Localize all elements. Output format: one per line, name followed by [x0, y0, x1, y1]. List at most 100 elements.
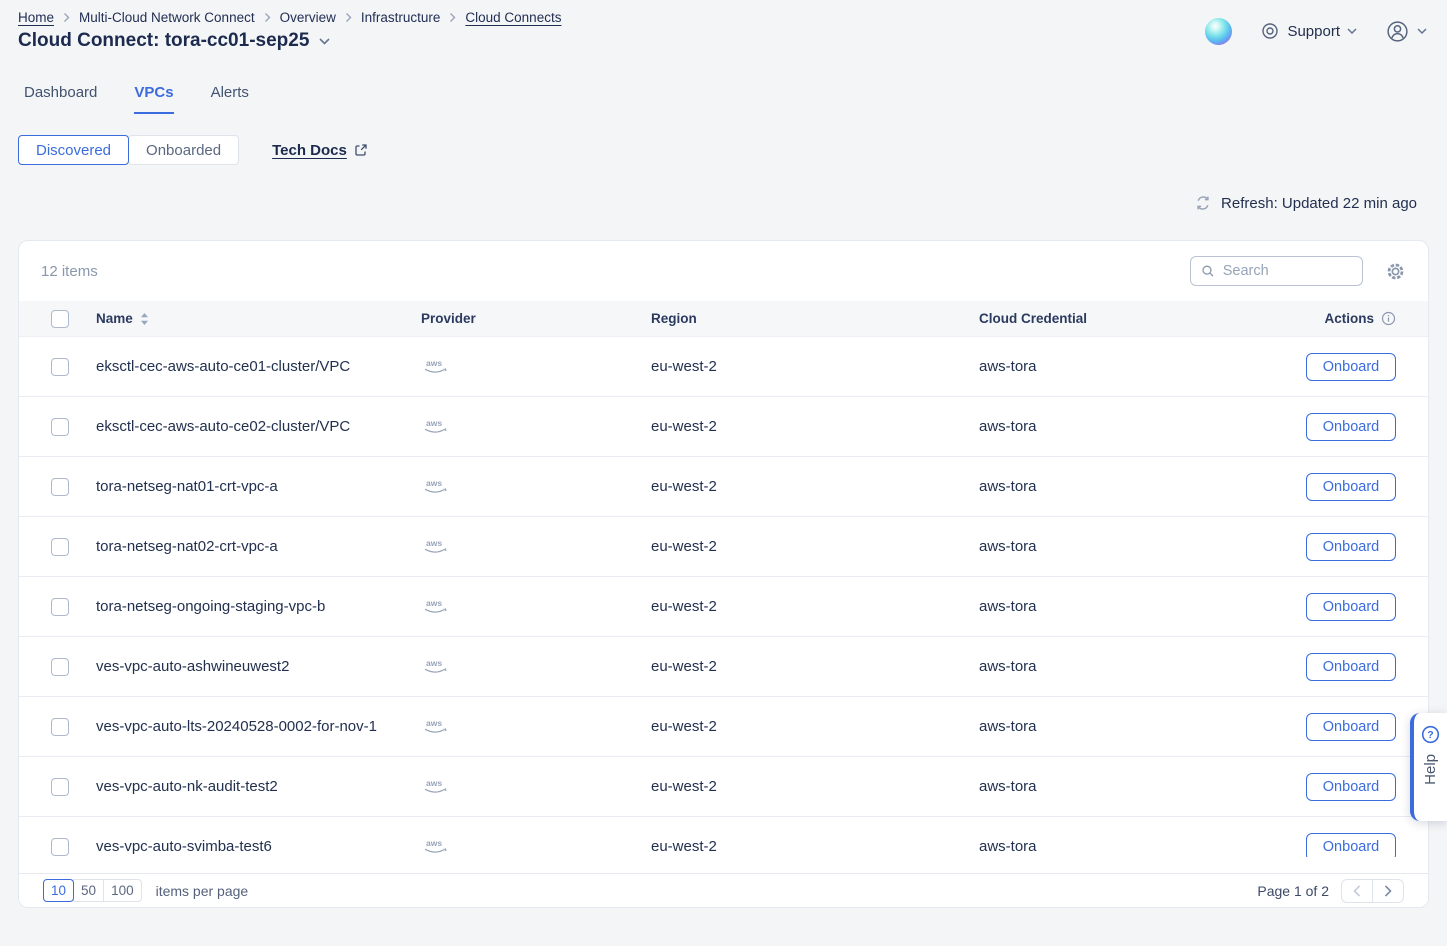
table-row: tora-netseg-nat02-crt-vpc-a aws eu-west-…: [19, 517, 1428, 577]
previous-page-button[interactable]: [1341, 879, 1373, 903]
refresh-control[interactable]: Refresh: Updated 22 min ago: [1194, 194, 1417, 212]
aws-icon: aws: [421, 597, 449, 616]
svg-text:aws: aws: [426, 598, 442, 608]
row-provider: aws: [421, 837, 651, 856]
user-icon: [1385, 19, 1410, 44]
chevron-right-icon: [345, 12, 352, 23]
refresh-icon: [1194, 194, 1212, 212]
table-row: ves-vpc-auto-nk-audit-test2 aws eu-west-…: [19, 757, 1428, 817]
row-checkbox[interactable]: [51, 778, 69, 796]
help-tab[interactable]: ? Help: [1410, 713, 1447, 821]
row-checkbox[interactable]: [51, 718, 69, 736]
onboard-button[interactable]: Onboard: [1306, 713, 1396, 741]
row-provider: aws: [421, 537, 651, 556]
column-header-name[interactable]: Name: [96, 311, 421, 326]
chevron-right-icon: [1384, 885, 1392, 897]
breadcrumb-item-overview[interactable]: Overview: [280, 10, 336, 25]
row-credential: aws-tora: [979, 778, 1306, 795]
column-header-cloud-credential: Cloud Credential: [979, 311, 1324, 326]
row-region: eu-west-2: [651, 838, 979, 855]
onboard-button[interactable]: Onboard: [1306, 473, 1396, 501]
sort-icon: [140, 312, 149, 326]
breadcrumb-item-infrastructure[interactable]: Infrastructure: [361, 10, 441, 25]
items-count: 12 items: [41, 263, 98, 280]
row-credential: aws-tora: [979, 478, 1306, 495]
row-region: eu-west-2: [651, 658, 979, 675]
breadcrumb-item-home[interactable]: Home: [18, 10, 54, 25]
row-credential: aws-tora: [979, 358, 1306, 375]
breadcrumb-item-mcn[interactable]: Multi-Cloud Network Connect: [79, 10, 255, 25]
row-checkbox[interactable]: [51, 838, 69, 856]
table-footer: 10 50 100 items per page Page 1 of 2: [19, 873, 1428, 907]
row-credential: aws-tora: [979, 538, 1306, 555]
column-header-region: Region: [651, 311, 979, 326]
page-size-10[interactable]: 10: [43, 879, 74, 902]
page-size-100[interactable]: 100: [103, 879, 142, 902]
onboard-button[interactable]: Onboard: [1306, 413, 1396, 441]
tab-bar: Dashboard VPCs Alerts: [24, 84, 249, 114]
aws-icon: aws: [421, 537, 449, 556]
next-page-button[interactable]: [1372, 879, 1404, 903]
row-region: eu-west-2: [651, 418, 979, 435]
onboard-button[interactable]: Onboard: [1306, 773, 1396, 801]
discovered-toggle[interactable]: Discovered: [18, 135, 129, 165]
help-question-icon: ?: [1421, 725, 1440, 744]
row-checkbox[interactable]: [51, 598, 69, 616]
tab-alerts[interactable]: Alerts: [211, 84, 249, 114]
row-checkbox[interactable]: [51, 658, 69, 676]
row-checkbox[interactable]: [51, 478, 69, 496]
support-menu[interactable]: Support: [1260, 21, 1357, 41]
aws-icon: aws: [421, 777, 449, 796]
row-region: eu-west-2: [651, 478, 979, 495]
breadcrumb-item-cloud-connects[interactable]: Cloud Connects: [465, 10, 561, 25]
row-checkbox[interactable]: [51, 538, 69, 556]
account-menu[interactable]: [1385, 19, 1427, 44]
row-credential: aws-tora: [979, 838, 1306, 855]
row-provider: aws: [421, 657, 651, 676]
aws-icon: aws: [421, 837, 449, 856]
onboard-button[interactable]: Onboard: [1306, 653, 1396, 681]
brand-logo: [1205, 18, 1232, 45]
aws-icon: aws: [421, 417, 449, 436]
row-name: tora-netseg-nat02-crt-vpc-a: [96, 538, 421, 555]
table-settings-button[interactable]: [1385, 261, 1406, 282]
search-icon: [1201, 263, 1215, 279]
onboard-button[interactable]: Onboard: [1306, 353, 1396, 381]
tab-vpcs[interactable]: VPCs: [134, 84, 173, 114]
help-label: Help: [1422, 754, 1439, 785]
info-icon[interactable]: [1381, 311, 1396, 326]
aws-icon: aws: [421, 477, 449, 496]
search-input[interactable]: [1223, 263, 1352, 279]
chevron-right-icon: [449, 12, 456, 23]
tech-docs-link[interactable]: Tech Docs: [272, 142, 368, 159]
onboard-button[interactable]: Onboard: [1306, 833, 1396, 858]
svg-text:?: ?: [1427, 729, 1433, 741]
tab-dashboard[interactable]: Dashboard: [24, 84, 97, 114]
life-ring-icon: [1260, 21, 1280, 41]
onboarded-toggle[interactable]: Onboarded: [128, 135, 239, 165]
row-name: eksctl-cec-aws-auto-ce02-cluster/VPC: [96, 418, 421, 435]
row-region: eu-west-2: [651, 538, 979, 555]
page-size-50[interactable]: 50: [73, 879, 104, 902]
table-row: ves-vpc-auto-lts-20240528-0002-for-nov-1…: [19, 697, 1428, 757]
table-header-row: Name Provider Region Cloud Credential Ac…: [19, 301, 1428, 337]
row-name: ves-vpc-auto-nk-audit-test2: [96, 778, 421, 795]
row-provider: aws: [421, 777, 651, 796]
row-name: tora-netseg-nat01-crt-vpc-a: [96, 478, 421, 495]
chevron-down-icon[interactable]: [319, 38, 330, 45]
vpc-table-card: 12 items Name Pro: [18, 240, 1429, 908]
onboard-button[interactable]: Onboard: [1306, 593, 1396, 621]
page-title: Cloud Connect: tora-cc01-sep25: [18, 30, 309, 52]
row-checkbox[interactable]: [51, 358, 69, 376]
row-name: tora-netseg-ongoing-staging-vpc-b: [96, 598, 421, 615]
table-row: tora-netseg-nat01-crt-vpc-a aws eu-west-…: [19, 457, 1428, 517]
select-all-checkbox[interactable]: [51, 310, 69, 328]
onboard-button[interactable]: Onboard: [1306, 533, 1396, 561]
row-region: eu-west-2: [651, 718, 979, 735]
row-credential: aws-tora: [979, 598, 1306, 615]
row-checkbox[interactable]: [51, 418, 69, 436]
chevron-right-icon: [264, 12, 271, 23]
aws-icon: aws: [421, 717, 449, 736]
svg-text:aws: aws: [426, 478, 442, 488]
tech-docs-label: Tech Docs: [272, 142, 347, 159]
